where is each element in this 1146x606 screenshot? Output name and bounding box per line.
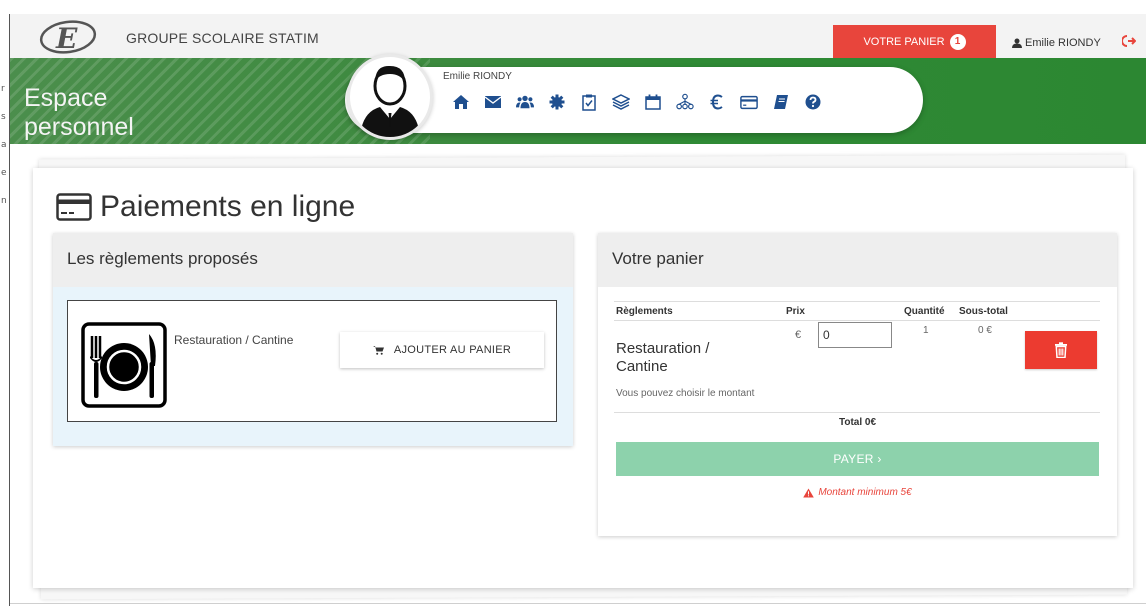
avatar[interactable] — [347, 54, 433, 140]
warning-icon — [803, 488, 815, 497]
bottom-divider — [10, 603, 1146, 604]
col-quantite: Quantité — [904, 306, 945, 317]
calendar-icon[interactable] — [644, 92, 662, 112]
person-silhouette-icon — [360, 65, 420, 137]
edge-char: n — [1, 196, 7, 206]
profile-name: Emilie RIONDY — [443, 71, 512, 82]
offer-label: Restauration / Cantine — [174, 333, 294, 347]
minimum-amount-warning: Montant minimum 5€ — [598, 487, 1117, 498]
book-icon[interactable] — [772, 92, 790, 112]
user-name: Emilie RIONDY — [1025, 37, 1101, 49]
sitemap-icon[interactable] — [676, 92, 694, 112]
cart-icon — [372, 346, 384, 355]
restaurant-plate-icon — [81, 322, 167, 408]
col-prix: Prix — [786, 306, 805, 317]
page-title: Paiements en ligne — [56, 190, 355, 224]
cart-button[interactable]: VOTRE PANIER 1 — [833, 25, 996, 58]
cart-table-header: Règlements Prix Quantité Sous-total — [614, 301, 1100, 321]
offer-item: Restauration / Cantine AJOUTER AU PANIER — [67, 300, 557, 422]
edge-char: s — [1, 112, 6, 122]
divider — [614, 412, 1100, 413]
trash-icon — [1055, 342, 1067, 358]
org-name: GROUPE SCOLAIRE STATIM — [126, 30, 319, 46]
add-to-cart-button[interactable]: AJOUTER AU PANIER — [340, 332, 544, 368]
quick-nav — [452, 92, 822, 112]
credit-card-icon — [56, 193, 92, 221]
page-title-text: Paiements en ligne — [100, 190, 356, 223]
cart-row-quantity: 1 — [923, 325, 929, 336]
offers-panel-title: Les règlements proposés — [53, 233, 573, 287]
delete-button[interactable] — [1025, 331, 1097, 369]
euro-icon[interactable] — [708, 92, 726, 112]
warning-text: Montant minimum 5€ — [818, 487, 912, 498]
user-menu[interactable]: Emilie RIONDY — [1012, 37, 1101, 49]
question-circle-icon[interactable] — [804, 92, 822, 112]
cart-panel-title: Votre panier — [598, 233, 1117, 287]
add-to-cart-label: AJOUTER AU PANIER — [393, 344, 512, 356]
logout-icon[interactable] — [1122, 34, 1136, 48]
offers-panel: Les règlements proposés Restauration / C… — [53, 233, 573, 446]
users-icon[interactable] — [516, 92, 534, 112]
edge-char: e — [1, 168, 7, 178]
amount-note: Vous pouvez choisir le montant — [616, 388, 755, 399]
cart-row-subtotal: 0 € — [978, 325, 992, 336]
clipboard-check-icon[interactable] — [580, 92, 598, 112]
layers-icon[interactable] — [612, 92, 630, 112]
svg-text:E: E — [55, 22, 78, 54]
cart-row-name: Restauration / Cantine — [616, 340, 710, 375]
banner-title-line2: personnel — [24, 113, 134, 141]
credit-card-icon[interactable] — [740, 92, 758, 112]
gear-icon[interactable] — [548, 92, 566, 112]
pay-button[interactable]: PAYER › — [616, 442, 1099, 476]
cart-button-label: VOTRE PANIER — [863, 35, 945, 48]
user-icon — [1012, 38, 1022, 48]
cart-panel: Votre panier Règlements Prix Quantité So… — [598, 233, 1117, 536]
price-input[interactable] — [818, 322, 892, 348]
banner-title-line1: Espace — [24, 84, 108, 112]
currency-symbol: € — [795, 329, 802, 341]
top-bar: E GROUPE SCOLAIRE STATIM VOTRE PANIER 1 … — [10, 14, 1146, 58]
cart-total: Total 0€ — [838, 417, 877, 428]
banner-title: Espace personnel — [24, 84, 134, 142]
col-reglements: Règlements — [616, 306, 673, 317]
edge-char: r — [1, 84, 5, 94]
edge-char: a — [1, 140, 7, 150]
col-sous-total: Sous-total — [959, 306, 1008, 317]
home-icon[interactable] — [452, 92, 470, 112]
envelope-icon[interactable] — [484, 92, 502, 112]
school-logo[interactable]: E — [38, 20, 98, 54]
cart-count-badge: 1 — [949, 33, 966, 50]
